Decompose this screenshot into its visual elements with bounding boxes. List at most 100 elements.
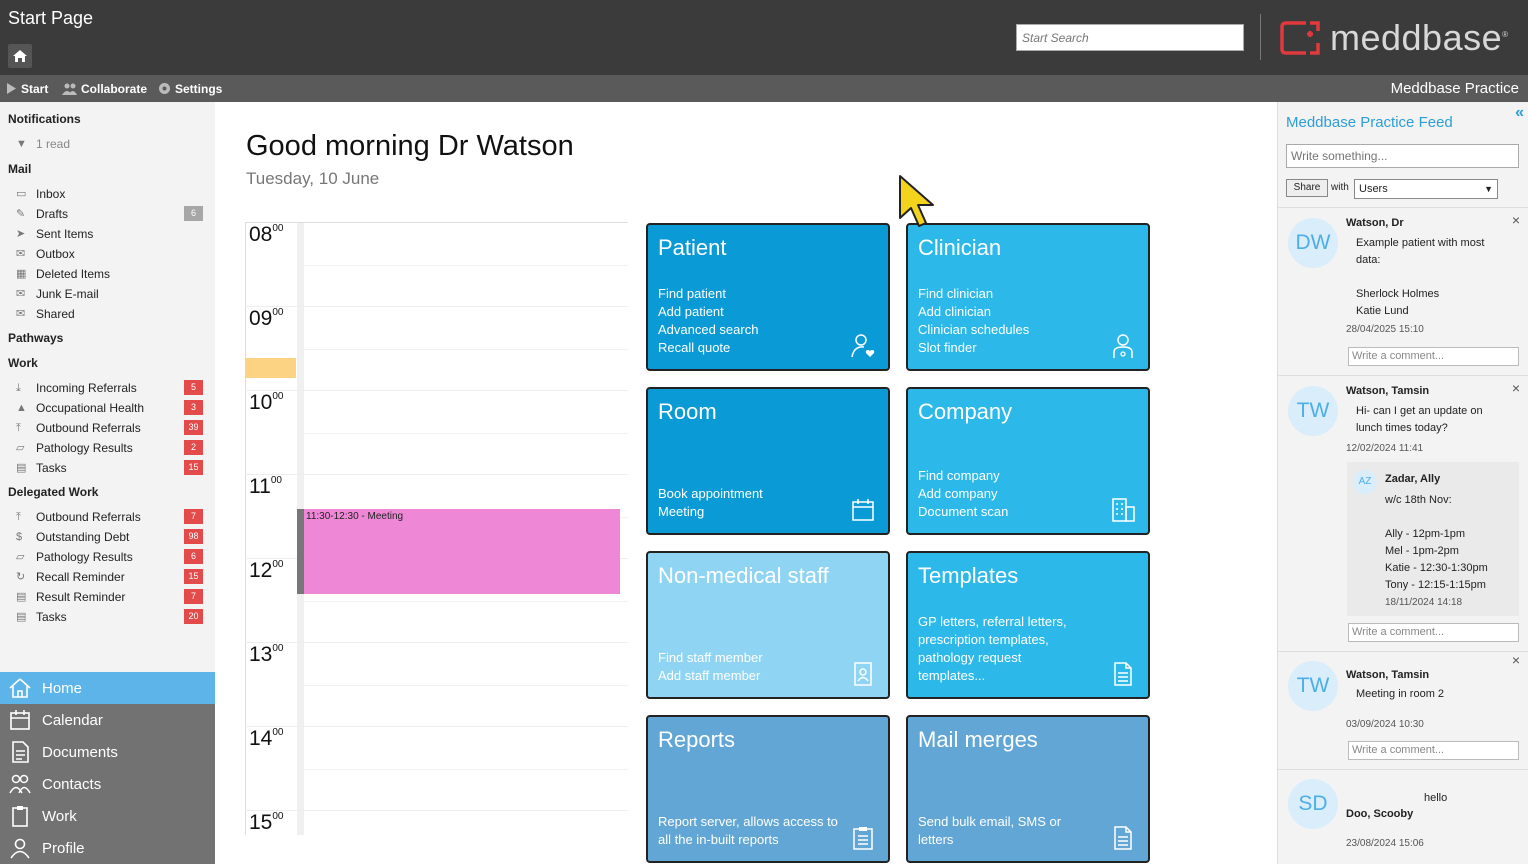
home-icon[interactable]	[8, 44, 32, 68]
delegated-work-heading: Delegated Work	[8, 485, 99, 499]
sidebar-item-delegated-tasks[interactable]: ▤ Tasks 20	[16, 607, 206, 627]
sidebar-item-delegated-pathology-results[interactable]: ▱ Pathology Results 6	[16, 547, 206, 567]
sidebar-item-drafts[interactable]: ✎ Drafts 6	[16, 204, 206, 224]
sidebar-item-sent[interactable]: ➤ Sent Items	[16, 224, 206, 244]
post-author[interactable]: Watson, Tamsin	[1346, 669, 1429, 681]
feed-post: DW Watson, Dr × Example patient with mos…	[1278, 207, 1528, 375]
comment-input[interactable]: Write a comment...	[1348, 741, 1519, 760]
count-badge: 7	[184, 589, 203, 604]
tile-patient[interactable]: Patient Find patient Add patient Advance…	[646, 223, 890, 371]
sidebar-item-outbound-referrals[interactable]: ⤒ Outbound Referrals 39	[16, 418, 206, 438]
sidebar-item-deleted[interactable]: ▦ Deleted Items	[16, 264, 206, 284]
tile-mail-merges[interactable]: Mail merges Send bulk email, SMS or lett…	[906, 715, 1150, 863]
post-date: 23/08/2024 15:06	[1346, 838, 1424, 849]
link-book-appointment[interactable]: Book appointment	[658, 485, 763, 503]
avatar[interactable]: DW	[1288, 218, 1338, 268]
feed-post-input[interactable]	[1286, 144, 1519, 168]
avatar[interactable]: TW	[1288, 661, 1338, 711]
recall-icon: ↻	[16, 571, 26, 583]
post-author[interactable]: Watson, Tamsin	[1346, 385, 1429, 397]
calendar-event[interactable]: 11:30-12:30 - Meeting	[297, 509, 620, 594]
sidebar-item-junk[interactable]: ✉ Junk E-mail	[16, 284, 206, 304]
link-add-patient[interactable]: Add patient	[658, 303, 758, 321]
tile-reports[interactable]: Reports Report server, allows access to …	[646, 715, 890, 863]
tile-templates[interactable]: Templates GP letters, referral letters, …	[906, 551, 1150, 699]
close-icon[interactable]: ×	[1512, 652, 1520, 668]
link-document-scan[interactable]: Document scan	[918, 503, 1008, 521]
nav-profile[interactable]: Profile	[0, 832, 215, 864]
post-date: 12/02/2024 11:41	[1346, 443, 1424, 454]
sidebar-item-incoming-referrals[interactable]: ⤓ Incoming Referrals 5	[16, 378, 206, 398]
tile-room[interactable]: Room Book appointment Meeting	[646, 387, 890, 535]
menu-collaborate[interactable]: Collaborate	[62, 75, 147, 102]
clipboard-icon: ▤	[16, 611, 27, 623]
link-add-company[interactable]: Add company	[918, 485, 1008, 503]
link-slot-finder[interactable]: Slot finder	[918, 339, 1029, 357]
link-advanced-search[interactable]: Advanced search	[658, 321, 758, 339]
menu-settings[interactable]: Settings	[158, 75, 222, 102]
sidebar-item-inbox[interactable]: ▭ Inbox	[16, 184, 206, 204]
contacts-icon	[9, 773, 31, 795]
sidebar-item-outstanding-debt[interactable]: $ Outstanding Debt 98	[16, 527, 206, 547]
templates-description[interactable]: templates...	[918, 667, 1067, 685]
sidebar-item-recall-reminder[interactable]: ↻ Recall Reminder 15	[16, 567, 206, 587]
share-with-label: with	[1331, 182, 1349, 193]
hour-row[interactable]: 1500	[245, 811, 628, 835]
link-clinician-schedules[interactable]: Clinician schedules	[918, 321, 1029, 339]
reports-description[interactable]: all the in-built reports	[658, 831, 838, 849]
link-meeting[interactable]: Meeting	[658, 503, 763, 521]
avatar[interactable]: AZ	[1353, 470, 1377, 494]
link-find-patient[interactable]: Find patient	[658, 285, 758, 303]
flask-icon: ▱	[16, 551, 25, 563]
tile-clinician[interactable]: Clinician Find clinician Add clinician C…	[906, 223, 1150, 371]
share-button[interactable]: Share	[1286, 179, 1328, 197]
post-author[interactable]: Watson, Dr	[1346, 217, 1404, 229]
post-text: Meeting in room 2	[1356, 688, 1445, 700]
share-with-select[interactable]: Users ▼	[1354, 179, 1498, 199]
count-badge: 3	[184, 400, 203, 415]
search-input[interactable]	[1016, 24, 1244, 51]
sidebar-item-shared[interactable]: ✉ Shared	[16, 304, 206, 324]
comment-input[interactable]: Write a comment...	[1348, 623, 1519, 642]
post-author[interactable]: Doo, Scooby	[1346, 808, 1413, 820]
mail-merges-description[interactable]: letters	[918, 831, 1061, 849]
avatar[interactable]: TW	[1288, 386, 1338, 436]
templates-description[interactable]: prescription templates,	[918, 631, 1067, 649]
post-date: 28/04/2025 15:10	[1346, 324, 1424, 335]
count-badge: 7	[184, 509, 203, 524]
post-text: Hi- can I get an update on lunch times t…	[1356, 405, 1483, 434]
sidebar-item-notifications-read[interactable]: ▼ 1 read	[16, 134, 206, 154]
link-find-company[interactable]: Find company	[918, 467, 1008, 485]
nav-calendar[interactable]: Calendar	[0, 704, 215, 736]
templates-description[interactable]: pathology request	[918, 649, 1067, 667]
avatar[interactable]: SD	[1288, 779, 1338, 829]
collapse-chevron-icon[interactable]: «	[1515, 104, 1524, 122]
sidebar-item-result-reminder[interactable]: ▤ Result Reminder 7	[16, 587, 206, 607]
reports-description[interactable]: Report server, allows access to	[658, 813, 838, 831]
reply-author[interactable]: Zadar, Ally	[1385, 473, 1440, 485]
sidebar-item-outbox[interactable]: ✉ Outbox	[16, 244, 206, 264]
nav-documents[interactable]: Documents	[0, 736, 215, 768]
feed-post: TW Watson, Tamsin × Meeting in room 2 03…	[1278, 651, 1528, 769]
comment-input[interactable]: Write a comment...	[1348, 347, 1519, 366]
sidebar-item-delegated-outbound-referrals[interactable]: ⤒ Outbound Referrals 7	[16, 507, 206, 527]
sidebar-item-tasks[interactable]: ▤ Tasks 15	[16, 458, 206, 478]
tile-company[interactable]: Company Find company Add company Documen…	[906, 387, 1150, 535]
menu-start[interactable]: Start	[6, 75, 48, 102]
link-recall-quote[interactable]: Recall quote	[658, 339, 758, 357]
link-add-clinician[interactable]: Add clinician	[918, 303, 1029, 321]
pathways-heading[interactable]: Pathways	[8, 331, 63, 345]
close-icon[interactable]: ×	[1512, 380, 1520, 396]
templates-description[interactable]: GP letters, referral letters,	[918, 613, 1067, 631]
close-icon[interactable]: ×	[1512, 212, 1520, 228]
nav-work[interactable]: Work	[0, 800, 215, 832]
sidebar-item-occupational-health[interactable]: ▲ Occupational Health 3	[16, 398, 206, 418]
nav-contacts[interactable]: Contacts	[0, 768, 215, 800]
link-add-staff-member[interactable]: Add staff member	[658, 667, 763, 685]
tile-non-medical-staff[interactable]: Non-medical staff Find staff member Add …	[646, 551, 890, 699]
sidebar-item-pathology-results[interactable]: ▱ Pathology Results 2	[16, 438, 206, 458]
link-find-clinician[interactable]: Find clinician	[918, 285, 1029, 303]
nav-home[interactable]: Home	[0, 672, 215, 704]
link-find-staff-member[interactable]: Find staff member	[658, 649, 763, 667]
mail-merges-description[interactable]: Send bulk email, SMS or	[918, 813, 1061, 831]
